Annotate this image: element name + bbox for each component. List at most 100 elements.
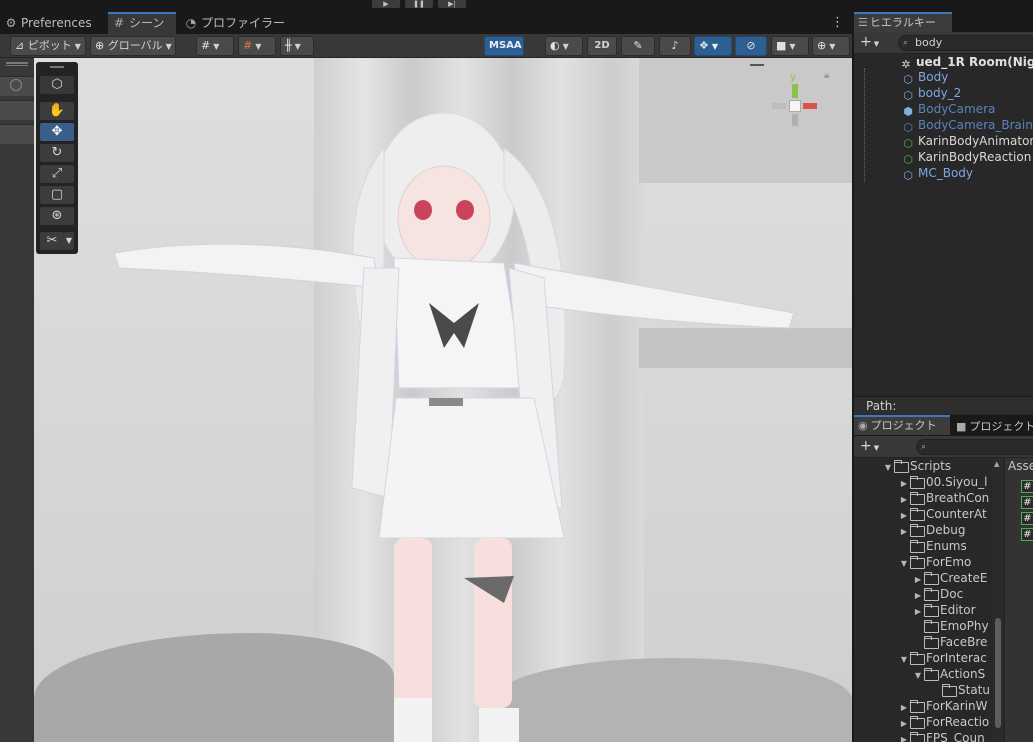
scrollbar-thumb[interactable]	[995, 618, 1001, 728]
hierarchy-item-body-2[interactable]: ⬡ body_2	[854, 85, 1033, 101]
folder-item[interactable]: ▶ Debug	[898, 522, 965, 538]
hierarchy-guide-line	[864, 68, 865, 182]
csharp-script-icon[interactable]: #	[1021, 512, 1033, 525]
script-cube-icon: ⬡	[903, 153, 913, 166]
rotate-tool-icon[interactable]: ↻	[40, 144, 74, 162]
step-icon[interactable]: ▶|	[438, 0, 466, 8]
panel-menu-icon[interactable]	[6, 62, 28, 66]
more-options-icon[interactable]: ⋮	[831, 15, 844, 30]
folder-item[interactable]: ▼ ActionS	[912, 666, 985, 682]
folder-item[interactable]: Statu	[930, 682, 990, 698]
project-toolbar: + ▼ ⌕	[854, 436, 1033, 458]
effects-dropdown[interactable]: ❖ ▼	[694, 36, 732, 56]
tab-preferences[interactable]: ⚙ Preferences	[0, 12, 104, 34]
left-panel-item[interactable]	[0, 124, 34, 144]
folder-item-scripts[interactable]: ▼ Scripts	[882, 458, 951, 474]
chevron-down-icon: ▼	[900, 655, 908, 664]
pause-icon[interactable]: ❚❚	[405, 0, 433, 8]
tab-profiler[interactable]: ◔ プロファイラー	[180, 12, 290, 34]
tab-project[interactable]: ◉ プロジェクト	[854, 415, 950, 435]
folder-item[interactable]: EmoPhy	[912, 618, 989, 634]
lightbulb-icon: ✎	[633, 39, 643, 52]
search-icon: ⌕	[921, 442, 927, 452]
folder-item[interactable]: ▶ ForReactio	[898, 714, 989, 730]
scale-tool-icon[interactable]: ⤢	[40, 165, 74, 183]
project-folder-tree: ▼ Scripts ▶ 00.Siyou_l ▶ BreathCon ▶ Counter…	[854, 458, 994, 742]
hierarchy-item-body[interactable]: ⬡ Body	[854, 69, 1033, 85]
project-search-input[interactable]: ⌕	[916, 439, 1033, 455]
folder-item[interactable]: Enums	[898, 538, 967, 554]
lighting-toggle[interactable]: ✎	[621, 36, 655, 56]
add-object-button[interactable]: + ▼	[860, 34, 879, 50]
tab-project-2[interactable]: ■ プロジェクト	[952, 417, 1033, 437]
tab-scene[interactable]: # シーン	[108, 12, 176, 34]
scroll-up-icon[interactable]: ▲	[994, 460, 999, 468]
profiler-icon: ◔	[185, 16, 197, 30]
right-panel: ☰ ヒエラルキー + ▼ ⌕ body ✲ ued_1R Room(Nig ⬡ Body …	[852, 12, 1033, 742]
hierarchy-item-bodycamera[interactable]: ⬢ BodyCamera	[854, 101, 1033, 117]
folder-item[interactable]: ▼ ForEmo	[898, 554, 971, 570]
scene-viewport[interactable]: ⬡ ✋ ✥ ↻ ⤢ ▢ ⊛ ✂ ▼ y 🔒︎	[34, 58, 852, 742]
character-model[interactable]	[34, 58, 852, 742]
folder-item[interactable]: ▶ 00.Siyou_l	[898, 474, 987, 490]
tab-hierarchy[interactable]: ☰ ヒエラルキー	[854, 12, 952, 32]
shading-mode-dropdown[interactable]: ◐ ▼	[545, 36, 583, 56]
hierarchy-item-mc-body[interactable]: ⬡ MC_Body	[854, 165, 1033, 181]
grid-snap-dropdown[interactable]: # ▼	[196, 36, 234, 56]
custom-tools-icon[interactable]: ✂	[40, 232, 64, 250]
msaa-toggle[interactable]: MSAA	[484, 36, 524, 56]
move-tool-icon[interactable]: ✥	[40, 123, 74, 141]
rect-tool-icon[interactable]: ▢	[40, 186, 74, 204]
hierarchy-item-karinbodyanimator[interactable]: ⬡ KarinBodyAnimator	[854, 133, 1033, 149]
2d-toggle[interactable]: 2D	[587, 36, 617, 56]
tree-scrollbar[interactable]: ▲	[992, 458, 1004, 742]
gear-icon: ⚙	[5, 16, 17, 30]
palette-drag-handle[interactable]	[50, 66, 64, 68]
transform-tool-icon[interactable]: ⊛	[40, 207, 74, 225]
folder-item[interactable]: ▶ BreathCon	[898, 490, 989, 506]
left-collapsed-panel	[0, 58, 34, 742]
folder-item[interactable]: ▶ CounterAt	[898, 506, 987, 522]
scene-root-item[interactable]: ✲ ued_1R Room(Nig	[854, 54, 1033, 70]
globe-icon: ⊕	[95, 39, 105, 52]
ruler-dropdown[interactable]: ╫ ▼	[280, 36, 314, 56]
folder-item[interactable]: ▼ ForInterac	[898, 650, 987, 666]
create-asset-button[interactable]: + ▼	[860, 438, 879, 454]
grid-icon: #	[113, 16, 125, 30]
gizmo-menu-icon[interactable]	[750, 64, 764, 66]
assets-breadcrumb[interactable]: Asse	[1008, 459, 1033, 473]
folder-item[interactable]: FaceBre	[912, 634, 987, 650]
play-icon[interactable]: ▶	[372, 0, 400, 8]
chevron-down-icon: ▼	[789, 42, 796, 51]
chevron-down-icon[interactable]: ▼	[64, 232, 74, 250]
camera-dropdown[interactable]: ■ ▼	[771, 36, 809, 56]
csharp-script-icon[interactable]: #	[1021, 496, 1033, 509]
hand-tool-icon[interactable]: ✋	[40, 102, 74, 120]
orientation-gizmo[interactable]: y	[770, 72, 820, 132]
folder-item[interactable]: ▶ Editor	[912, 602, 976, 618]
gizmos-dropdown[interactable]: ⊕ ▼	[812, 36, 850, 56]
prefab-cube-icon: ⬢	[903, 105, 913, 118]
lock-icon[interactable]: 🔒︎	[824, 70, 829, 81]
chevron-down-icon: ▼	[711, 42, 719, 51]
chevron-down-icon: ▼	[255, 42, 262, 51]
left-panel-item[interactable]	[0, 76, 34, 96]
folder-item[interactable]: ▶ ForKarinW	[898, 698, 988, 714]
hierarchy-search-input[interactable]: ⌕ body	[898, 35, 1033, 51]
audio-toggle[interactable]: ♪	[659, 36, 691, 56]
hierarchy-item-karinbodyreaction[interactable]: ⬡ KarinBodyReaction	[854, 149, 1033, 165]
pivot-dropdown[interactable]: ⊿ ピボット ▼	[10, 36, 86, 56]
global-dropdown[interactable]: ⊕ グローバル ▼	[90, 36, 176, 56]
csharp-script-icon[interactable]: #	[1021, 528, 1033, 541]
scene-visibility-toggle[interactable]: ⊘	[735, 36, 767, 56]
chevron-down-icon: ▼	[165, 42, 172, 51]
view-cube-icon[interactable]: ⬡	[40, 76, 74, 94]
folder-item[interactable]: ▶ CreateE	[912, 570, 987, 586]
folder-item[interactable]: ▶ Doc	[912, 586, 963, 602]
folder-icon	[910, 700, 925, 713]
hierarchy-item-bodycamera-brain[interactable]: ⬡ BodyCamera_Brain_	[854, 117, 1033, 133]
left-panel-item[interactable]	[0, 100, 34, 120]
csharp-script-icon[interactable]: #	[1021, 480, 1033, 493]
increment-snap-dropdown[interactable]: # ▼	[238, 36, 276, 56]
folder-item[interactable]: ▶ FPS_Coun	[898, 730, 985, 742]
